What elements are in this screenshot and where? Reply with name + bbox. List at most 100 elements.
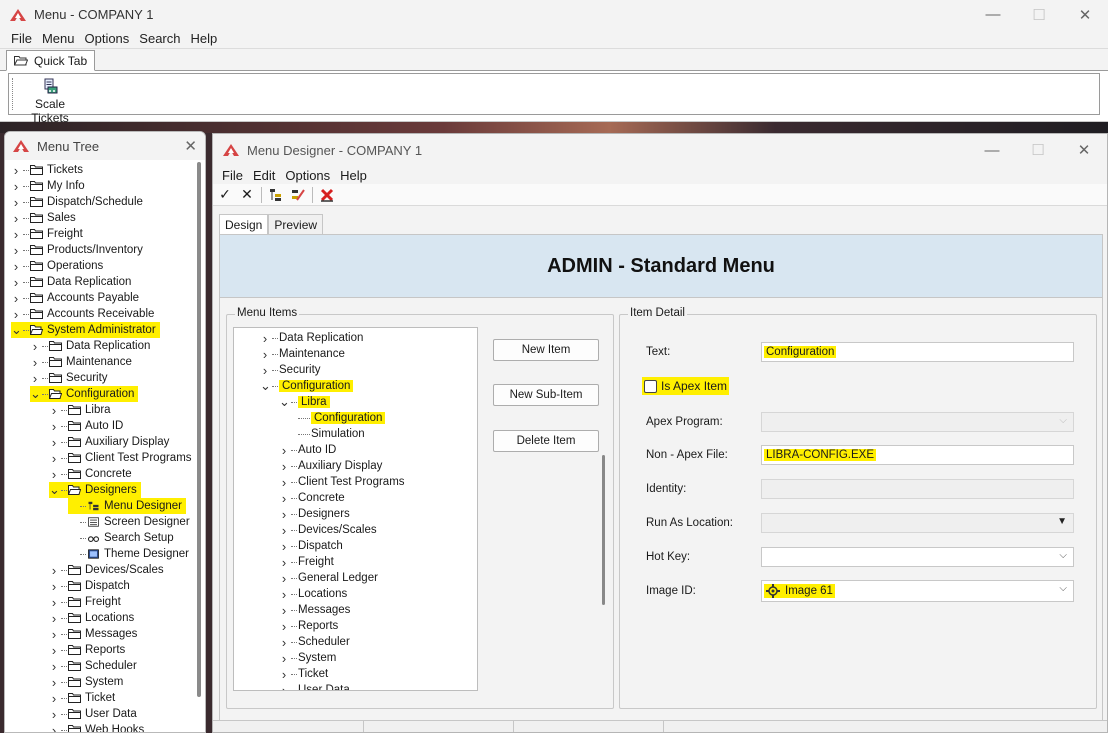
designer-menu-file[interactable]: File (217, 168, 248, 183)
menu-item-node[interactable]: › Designers (279, 506, 350, 522)
menu-tree-scrollbar[interactable] (197, 162, 201, 697)
menu-item-node[interactable]: › Maintenance (260, 346, 345, 362)
chevron-right-icon[interactable]: › (260, 363, 270, 378)
tree-item[interactable]: ⌄ System Administrator (11, 322, 160, 338)
menu-item-node[interactable]: ⌄ Libra (279, 394, 330, 410)
tree-item[interactable]: › Libra (49, 402, 111, 418)
tree-item[interactable]: › My Info (11, 178, 85, 194)
tree-item[interactable]: › Auxiliary Display (49, 434, 170, 450)
is-apex-item-checkbox[interactable]: Is Apex Item (642, 377, 730, 395)
designer-menu-edit[interactable]: Edit (248, 168, 280, 183)
chevron-right-icon[interactable]: › (279, 587, 289, 602)
tree-item[interactable]: › Accounts Payable (11, 290, 139, 306)
menu-item-node[interactable]: › Data Replication (260, 330, 364, 346)
menu-item-node[interactable]: › Auxiliary Display (279, 458, 383, 474)
chevron-right-icon[interactable]: › (279, 667, 289, 682)
menu-item-node[interactable]: › Reports (279, 618, 338, 634)
menu-items-scrollbar[interactable] (602, 455, 605, 605)
chevron-right-icon[interactable]: › (49, 579, 59, 594)
tree-item[interactable]: Search Setup (68, 530, 174, 546)
tree-item[interactable]: › Auto ID (49, 418, 124, 434)
tree-item[interactable]: › Scheduler (49, 658, 137, 674)
tree-item[interactable]: › Reports (49, 642, 125, 658)
chevron-down-icon[interactable]: ⌄ (30, 386, 41, 402)
chevron-down-icon[interactable]: ⌄ (11, 322, 22, 338)
tree-item[interactable]: › Security (30, 370, 108, 386)
menu-item-node[interactable]: › Locations (279, 586, 347, 602)
text-field[interactable]: Configuration (761, 342, 1074, 362)
chevron-right-icon[interactable]: › (260, 331, 270, 346)
tree-item[interactable]: › Web Hooks (49, 722, 144, 732)
chevron-right-icon[interactable]: › (11, 291, 21, 306)
cancel-x-icon[interactable]: ✕ (239, 186, 255, 203)
menu-options[interactable]: Options (79, 31, 134, 46)
chevron-down-icon[interactable]: ⌄ (260, 378, 271, 394)
chevron-right-icon[interactable]: › (11, 243, 21, 258)
tree-item[interactable]: › Client Test Programs (49, 450, 192, 466)
menu-item-node[interactable]: ⌄ Configuration (260, 378, 354, 394)
maximize-button[interactable]: ☐ (1016, 0, 1062, 29)
menu-item-node[interactable]: › System (279, 650, 337, 666)
menu-item-node[interactable]: › General Ledger (279, 570, 378, 586)
image-id-select[interactable]: Image 61 ⌵ (761, 580, 1074, 602)
tree-item[interactable]: Menu Designer (68, 498, 186, 514)
tree-outline-icon[interactable] (268, 187, 284, 203)
tree-item[interactable]: ⌄ Configuration (30, 386, 139, 402)
tree-item[interactable]: › Data Replication (11, 274, 132, 290)
chevron-right-icon[interactable]: › (49, 611, 59, 626)
menu-item-node[interactable]: › Ticket (279, 666, 328, 682)
new-sub-item-button[interactable]: New Sub-Item (493, 384, 599, 406)
tree-item[interactable]: › Freight (49, 594, 121, 610)
menu-help[interactable]: Help (186, 31, 223, 46)
non-apex-file-field[interactable]: LIBRA-CONFIG.EXE (761, 445, 1074, 465)
chevron-right-icon[interactable]: › (260, 347, 270, 362)
menu-item-node[interactable]: › Concrete (279, 490, 345, 506)
tab-quick-tab[interactable]: Quick Tab (6, 50, 96, 71)
chevron-right-icon[interactable]: › (30, 355, 40, 370)
chevron-right-icon[interactable]: › (49, 563, 59, 578)
chevron-down-icon[interactable]: ⌄ (49, 482, 60, 498)
tree-item[interactable]: › Ticket (49, 690, 115, 706)
chevron-right-icon[interactable]: › (49, 691, 59, 706)
chevron-right-icon[interactable]: › (279, 555, 289, 570)
chevron-right-icon[interactable]: › (279, 443, 289, 458)
menu-file[interactable]: File (6, 31, 37, 46)
chevron-right-icon[interactable]: › (279, 539, 289, 554)
menu-tree-close-button[interactable]: ✕ (184, 137, 197, 155)
run-as-location-select[interactable]: ▼ (761, 513, 1074, 533)
new-item-button[interactable]: New Item (493, 339, 599, 361)
menu-item-node[interactable]: › Freight (279, 554, 334, 570)
chevron-right-icon[interactable]: › (11, 227, 21, 242)
tree-item[interactable]: › Operations (11, 258, 103, 274)
chevron-right-icon[interactable]: › (279, 571, 289, 586)
tree-item[interactable]: ⌄ Designers (49, 482, 141, 498)
designer-menu-help[interactable]: Help (335, 168, 372, 183)
chevron-right-icon[interactable]: › (11, 195, 21, 210)
tab-design[interactable]: Design (219, 214, 269, 235)
chevron-right-icon[interactable]: › (11, 211, 21, 226)
scale-tickets-button[interactable]: Scale Tickets (17, 78, 83, 125)
tree-item[interactable]: Screen Designer (68, 514, 190, 530)
chevron-right-icon[interactable]: › (279, 491, 289, 506)
chevron-right-icon[interactable]: › (49, 403, 59, 418)
chevron-right-icon[interactable]: › (279, 619, 289, 634)
chevron-right-icon[interactable]: › (279, 683, 289, 691)
chevron-right-icon[interactable]: › (11, 179, 21, 194)
menu-item-node[interactable]: Configuration (298, 410, 386, 426)
menu-item-node[interactable]: › User Data (279, 682, 350, 691)
apex-program-select[interactable]: ⌵ (761, 412, 1074, 432)
menu-item-node[interactable]: › Scheduler (279, 634, 350, 650)
chevron-right-icon[interactable]: › (279, 603, 289, 618)
chevron-right-icon[interactable]: › (49, 627, 59, 642)
menu-item-node[interactable]: › Devices/Scales (279, 522, 377, 538)
menu-item-node[interactable]: › Security (260, 362, 321, 378)
chevron-right-icon[interactable]: › (49, 451, 59, 466)
tree-item[interactable]: › Messages (49, 626, 138, 642)
chevron-right-icon[interactable]: › (279, 651, 289, 666)
tree-item[interactable]: › System (49, 674, 124, 690)
hot-key-select[interactable]: ⌵ (761, 547, 1074, 567)
chevron-right-icon[interactable]: › (49, 675, 59, 690)
chevron-right-icon[interactable]: › (279, 475, 289, 490)
menu-item-node[interactable]: › Client Test Programs (279, 474, 405, 490)
tree-item[interactable]: › Accounts Receivable (11, 306, 155, 322)
